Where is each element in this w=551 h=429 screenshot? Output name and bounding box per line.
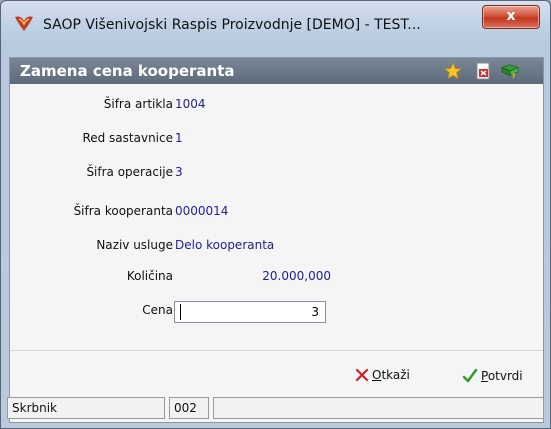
cena-input[interactable] [174, 301, 326, 323]
svg-text:?: ? [512, 73, 516, 80]
field-label: Šifra kooperanta [73, 204, 173, 218]
field-sifra-artikla: Šifra artikla 1004 [10, 95, 543, 115]
text-cursor [180, 304, 181, 320]
field-label: Naziv usluge [96, 238, 173, 252]
cancel-button[interactable]: Otkaži [355, 368, 410, 382]
field-naziv-usluge: Naziv usluge Delo kooperanta [10, 236, 543, 256]
window-title: SAOP Višenivojski Raspis Proizvodnje [DE… [43, 17, 421, 33]
saop-logo-icon [15, 16, 33, 31]
field-sifra-operacije: Šifra operacije 3 [10, 163, 543, 183]
field-value: 1004 [175, 97, 206, 111]
field-value: Delo kooperanta [175, 238, 275, 252]
field-sifra-kooperanta: Šifra kooperanta 0000014 [10, 202, 543, 222]
title-bar[interactable]: SAOP Višenivojski Raspis Proizvodnje [DE… [1, 1, 550, 43]
confirm-label: Potvrdi [481, 369, 523, 383]
status-user: Skrbnik [7, 397, 165, 419]
checkmark-icon [462, 368, 478, 383]
field-label: Red sastavnice [82, 131, 173, 145]
dialog-window: SAOP Višenivojski Raspis Proizvodnje [DE… [0, 0, 551, 429]
form-title: Zamena cena kooperanta [20, 62, 235, 80]
help-book-icon[interactable]: ? [501, 62, 519, 80]
field-label: Cena [142, 303, 173, 317]
close-icon: x [506, 8, 516, 24]
field-label: Količina [126, 269, 173, 283]
field-value: 3 [175, 165, 183, 179]
status-empty-panel [213, 397, 544, 419]
field-value: 0000014 [175, 204, 229, 218]
divider [10, 350, 543, 351]
pdf-document-icon[interactable] [474, 62, 492, 80]
field-value: 1 [175, 131, 183, 145]
cancel-x-icon [355, 368, 369, 382]
cancel-label: Otkaži [372, 368, 410, 382]
field-cena: Cena [10, 301, 543, 323]
field-label: Šifra artikla [103, 97, 173, 111]
field-value: 20.000,000 [262, 269, 331, 283]
confirm-button[interactable]: Potvrdi [462, 368, 523, 384]
field-kolicina: Količina 20.000,000 [10, 267, 543, 287]
status-bar: Skrbnik 002 [1, 397, 550, 421]
star-icon[interactable] [444, 62, 462, 80]
field-label: Šifra operacije [86, 165, 173, 179]
form-header: Zamena cena kooperanta ? [10, 58, 543, 84]
field-red-sastavnice: Red sastavnice 1 [10, 129, 543, 149]
close-button[interactable]: x [482, 5, 540, 29]
status-code: 002 [169, 397, 209, 419]
dialog-content: Zamena cena kooperanta ? Šifra artikla 1… [9, 57, 544, 423]
